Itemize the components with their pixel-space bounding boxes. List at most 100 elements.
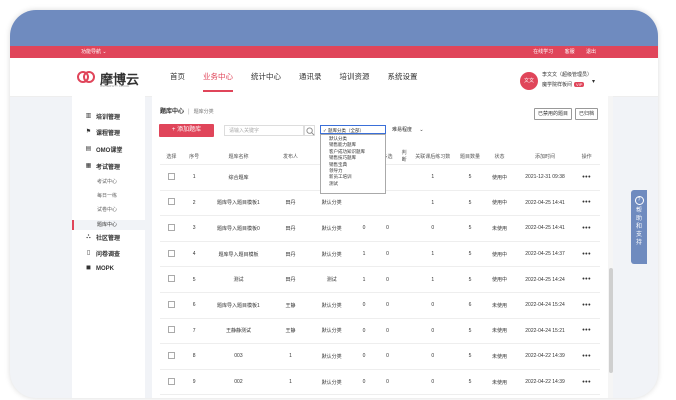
question-icon: ? [634,196,644,205]
sidebar-sub-exam-center[interactable]: 考试中心 [97,178,117,185]
help-support-button[interactable]: ? 帮 助 和 支 持 [631,190,647,264]
mopk-icon: ◼ [86,265,91,271]
cloud-logo-icon [77,71,95,83]
table-cell: 7 [182,317,206,344]
table-cell: 0 [374,394,401,398]
table-cell: 1 [271,343,310,370]
nav-item-contacts[interactable]: 通讯录 [299,58,322,96]
sidebar-sub-daily-practice[interactable]: 每日一练 [97,192,117,199]
sidebar-item-exams[interactable]: ▦ 考试管理 [85,162,120,171]
logout-link[interactable]: 退出 [586,49,596,55]
table-cell: 1 [353,266,375,293]
table-cell: 5 [457,266,483,293]
row-checkbox[interactable] [167,249,175,257]
more-actions-icon[interactable]: ••• [582,251,591,258]
table-cell: 0 [407,215,458,242]
sidebar-item-training[interactable]: ▥ 培训管理 [85,112,120,121]
search-button[interactable] [304,125,315,136]
nav-item-settings[interactable]: 系统设置 [388,58,418,96]
category-dropdown: 默认分类 销售能力题库 客户成功知识题库 销售技巧题库 销售宝典 领导力 新员工… [320,134,386,194]
more-actions-icon[interactable]: ••• [582,302,591,309]
sidebar-item-label: MOPK [96,265,114,272]
row-checkbox[interactable] [167,351,175,359]
row-checkbox[interactable] [167,172,175,180]
row-actions-cell: ••• [573,368,600,395]
sidebar-sub-paper-center[interactable]: 试卷中心 [97,206,117,213]
sidebar-item-mopk[interactable]: ◼ MOPK [85,265,114,272]
table-cell: 5 [182,266,206,293]
archived-button[interactable]: 已归档 [575,108,599,120]
chevron-down-icon[interactable]: ▾ [592,78,595,85]
nav-item-business[interactable]: 业务中心 [203,58,233,96]
search-input[interactable]: 请输入关键字 [224,125,304,136]
table-cell: 默认分类 [309,317,354,344]
table-body: 1 综合题库 1 5 使用中 2021-12-31 09:38 ••• 2 题库导入题目模板1 田… [160,164,600,398]
breadcrumb-sub[interactable]: 题库分类 [194,109,214,115]
more-actions-icon[interactable]: ••• [582,327,591,334]
more-actions-icon[interactable]: ••• [582,225,591,232]
table-cell: 默认分类 [309,215,354,242]
table-row[interactable]: 8 003 1 默认分类 0 0 0 5 未使用 2022-04-22 14:39 ••• [160,343,600,370]
avatar[interactable]: 文文 [520,72,538,90]
sidebar-item-courses[interactable]: ⚑ 课程管理 [85,128,120,137]
customer-service-link[interactable]: 客服 [565,49,575,55]
table-cell: 0 [374,291,401,319]
more-actions-icon[interactable]: ••• [582,353,591,360]
row-checkbox[interactable] [167,275,175,283]
function-nav-link[interactable]: 功能导航 ⌄ [81,46,107,58]
more-actions-icon[interactable]: ••• [582,276,591,283]
row-actions-cell: ••• [573,266,600,293]
nav-item-statistics[interactable]: 统计中心 [251,58,281,96]
row-checkbox[interactable] [167,223,175,231]
help-text-1: 帮 [635,208,642,214]
breadcrumb-main[interactable]: 题库中心 [160,109,184,115]
row-actions-cell: ••• [573,189,600,216]
table-row[interactable]: 9 002 1 默认分类 0 0 0 5 未使用 2022-04-22 14:39 ••• [160,368,600,395]
table-cell: 5 [457,343,483,370]
row-checkbox[interactable] [167,300,175,308]
category-select[interactable]: ✓ 题库分类（全部） [320,125,386,134]
row-checkbox[interactable] [167,377,175,385]
table-row[interactable]: 7 王静静测试 王静 默认分类 0 0 0 5 未使用 2022-04-24 15:21 ••• [160,317,600,344]
column-header: 操作 [581,153,592,160]
sidebar-item-survey[interactable]: ▯ 问卷调查 [85,249,120,258]
row-checkbox[interactable] [167,326,175,334]
table-cell: 0 [374,240,401,267]
table-cell: 田丹 [271,266,310,293]
table-row[interactable]: 4 题库导入题目模板 田丹 默认分类 1 0 1 5 使用中 2022-04-25 14:37 ••… [160,240,600,267]
table-cell: 003 [205,343,272,370]
add-question-bank-button[interactable]: + 添加题库 [159,124,214,137]
table-cell: 0 [353,215,375,242]
table-cell [400,215,408,242]
row-select-cell [160,240,183,267]
table-cell: 默认分类 [309,343,354,370]
sidebar-item-omo[interactable]: ▤ OMO课堂 [85,145,123,154]
more-actions-icon[interactable]: ••• [582,379,591,386]
table-cell [271,164,310,191]
table-row[interactable]: 5 测试 田丹 测试 1 0 1 5 使用中 2022-04-25 14:24 ••• [160,266,600,293]
more-actions-icon[interactable]: ••• [582,174,591,181]
difficulty-select[interactable]: 难易程度 ⌄ [392,125,432,136]
scrollbar-thumb[interactable] [609,268,613,373]
sidebar-sub-question-bank[interactable]: 题库中心 [97,221,117,228]
nav-item-resources[interactable]: 培训资源 [340,58,370,96]
table-row[interactable]: 10001闫雪云默认分类0005未使用2022-04-22 14:38••• [160,394,600,398]
column-header: 序号 [189,153,200,160]
nav-item-home[interactable]: 首页 [170,58,185,96]
table-cell: 1 [353,240,375,267]
category-option[interactable]: 测试 [321,181,385,187]
table-cell: 002 [205,368,272,395]
table-cell: 10 [182,394,206,398]
table-row[interactable]: 3 题库导入题目模板0 田丹 默认分类 0 0 0 5 未使用 2022-04-25 14:41 •… [160,215,600,242]
disabled-questions-button[interactable]: 已禁用的题目 [534,108,573,120]
main-nav: 摩博云 UNIVERSITY CLOUD 首页 业务中心 统计中心 通讯录 培训… [10,58,658,97]
table-row[interactable]: 6 题库导入题目模板1 王静 默认分类 0 0 0 6 未使用 2022-04-24 15:24 •… [160,291,600,319]
sidebar-item-community[interactable]: ⛬ 社区管理 [85,233,120,242]
online-learning-link[interactable]: 在线学习 [533,49,553,55]
row-checkbox[interactable] [167,198,175,206]
table-cell: 5 [457,240,483,267]
table-cell: 王静 [271,317,310,344]
table-cell: 0 [374,266,401,293]
more-actions-icon[interactable]: ••• [582,199,591,206]
table-cell: 王静 [271,291,310,319]
